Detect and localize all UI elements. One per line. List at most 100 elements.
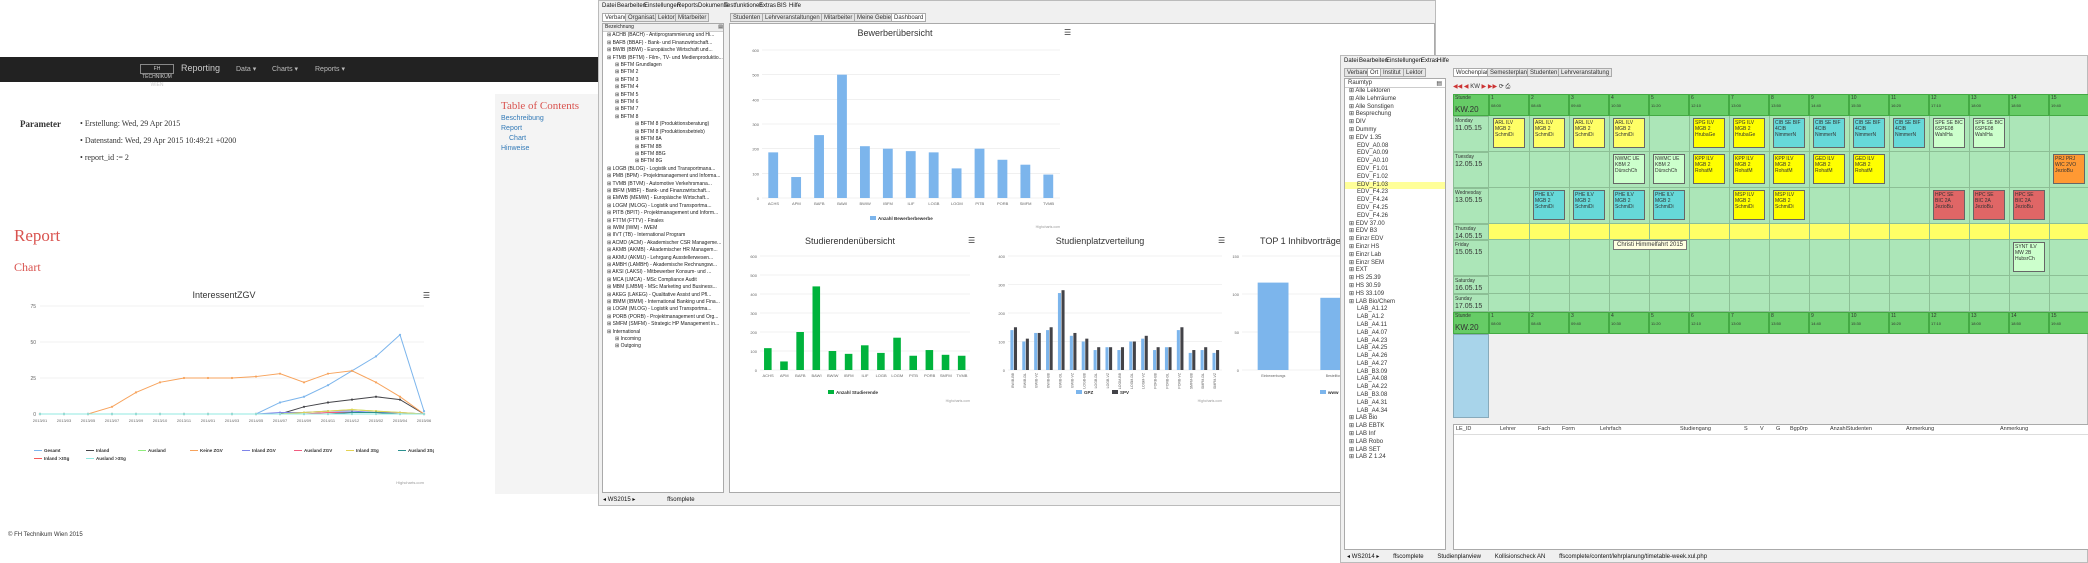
room-item[interactable]: LAB_B3.08 [1345, 392, 1445, 400]
room-item[interactable]: ⊞ HS 30.59 [1345, 283, 1445, 291]
room-item[interactable]: ⊞ HS 25.39 [1345, 275, 1445, 283]
first-week-icon[interactable]: ◀◀ [1453, 84, 1462, 90]
tree-item[interactable]: ⊞ BFTM 3 [605, 77, 723, 84]
tree-item[interactable]: ⊞ FTMB (BFTM) - Film-, TV- und Medienpro… [605, 55, 723, 62]
list-column-header[interactable]: Anmerkung [2000, 426, 2028, 432]
room-item[interactable]: EDV_A0.09 [1345, 150, 1445, 158]
tree-item[interactable]: ⊞ AKEG (LAKEG) - Qualitative Assist und … [605, 292, 723, 299]
room-item[interactable]: ⊞ DIV [1345, 119, 1445, 127]
lesson-event[interactable]: NWMC UE KBM 2 DürschCh [1613, 154, 1645, 184]
lesson-event[interactable]: ARL ILV MGB 2 SchmiDi [1533, 118, 1565, 148]
list-column-header[interactable]: Form [1562, 426, 1575, 432]
print-icon[interactable]: ⎙ [1505, 84, 1510, 90]
lesson-event[interactable]: MSP ILV MGB 2 SchmiDi [1773, 190, 1805, 220]
lesson-event[interactable]: SPE SE BIC 6SPE08 WahlHa [1933, 118, 1965, 148]
room-item[interactable]: EDV_F4.23 [1345, 189, 1445, 197]
menu-reports[interactable]: Reports [677, 3, 698, 9]
lesson-event[interactable]: PHE ILV MGB 2 SchmiDi [1573, 190, 1605, 220]
list-column-header[interactable]: G [1776, 426, 1780, 432]
list-column-header[interactable]: LE_ID [1456, 426, 1471, 432]
chart-menu-icon[interactable]: ☰ [968, 236, 975, 245]
tab-lektor[interactable]: Lektor [1403, 68, 1426, 77]
room-item[interactable]: LAB_A4.23 [1345, 338, 1445, 346]
brand-link[interactable]: Reporting [181, 63, 220, 73]
toc-link-report[interactable]: Report [501, 125, 597, 132]
list-column-header[interactable]: AnzahlStudenten [1830, 426, 1872, 432]
menu-datei[interactable]: Datei [1344, 58, 1358, 64]
menu-hilfe[interactable]: Hilfe [789, 3, 801, 9]
room-item[interactable]: LAB_A1.2 [1345, 314, 1445, 322]
tree-item[interactable]: ⊞ IIVT (TB) - International Program [605, 232, 723, 239]
room-item[interactable]: EDV_F1.03 [1345, 181, 1445, 190]
tab-mitarbeiter-main[interactable]: Mitarbeiter [821, 13, 856, 22]
chart-credits[interactable]: Highcharts.com [396, 480, 424, 485]
tree-item[interactable]: ⊞ IBMM (IBMM) - International Banking un… [605, 299, 723, 306]
lesson-event[interactable]: SPG ILV MGB 2 HrubaGe [1733, 118, 1765, 148]
tree-item[interactable]: ⊞ LOGB (BLOG) - Logistik und Transportma… [605, 166, 723, 173]
room-item[interactable]: LAB_B3.09 [1345, 369, 1445, 377]
tab-institut[interactable]: Institut [1380, 68, 1404, 77]
tree-item[interactable]: ⊞ PORB (PORB) - Projektmanagement und Or… [605, 314, 723, 321]
chart-menu-icon[interactable]: ☰ [1064, 28, 1071, 37]
next-week-icon[interactable]: ▶ [1482, 84, 1487, 90]
tab-mitarbeiter[interactable]: Mitarbeiter [675, 13, 710, 22]
list-column-header[interactable]: Lehrer [1500, 426, 1516, 432]
room-item[interactable]: LAB_A4.07 [1345, 330, 1445, 338]
tree-item[interactable]: ⊞ BFTM Grundlagen [605, 62, 723, 69]
room-item[interactable]: ⊞ EDV 37.00 [1345, 221, 1445, 229]
tree-item[interactable]: ⊞ AKSI (LAKSI) - Mitbewerber Konsum- und… [605, 269, 723, 276]
column-picker-icon[interactable]: ▤ [1436, 80, 1442, 87]
room-item[interactable]: LAB_A4.31 [1345, 400, 1445, 408]
menu-bis[interactable]: BIS [777, 3, 787, 9]
tree-item[interactable]: ⊞ EMWB (MEMW) - Europäische Wirtschaft..… [605, 195, 723, 202]
list-column-header[interactable]: Lehrfach [1600, 426, 1621, 432]
menu-hilfe[interactable]: Hilfe [1437, 58, 1449, 64]
tree-item[interactable]: ⊞ BFTM 8A [605, 136, 723, 143]
lesson-event[interactable]: CIB SE BIF 4CIB NimmerN [1773, 118, 1805, 148]
lesson-event[interactable]: CIB SE BIF 4CIB NimmerN [1893, 118, 1925, 148]
room-item[interactable]: LAB_A4.25 [1345, 345, 1445, 353]
room-item[interactable]: ⊞ Einzr HS [1345, 244, 1445, 252]
tree-item[interactable]: ⊞ PMB (BPM) - Projektmanagement und Info… [605, 173, 723, 180]
lesson-event[interactable]: ARL ILV MGB 2 SchmiDi [1613, 118, 1645, 148]
room-item[interactable]: EDV_F4.26 [1345, 213, 1445, 221]
menu-testfunktionen[interactable]: Testfunktionen [724, 3, 763, 9]
lesson-event[interactable]: PRJ PRJ WIC 2VO JezioBu [2053, 154, 2085, 184]
lesson-event[interactable]: PHE ILV MGB 2 SchmiDi [1653, 190, 1685, 220]
tree-item[interactable]: ⊞ TVMB (BTVM) - Automotive Verkehrsmana.… [605, 181, 723, 188]
room-item[interactable]: EDV_F4.24 [1345, 197, 1445, 205]
room-item[interactable]: ⊞ Einzr Lab [1345, 252, 1445, 260]
room-item[interactable]: ⊞ Alle Lehrräume [1345, 96, 1445, 104]
room-item[interactable]: ⊞ LAB Bio/Chem [1345, 299, 1445, 307]
lesson-event[interactable]: PHE ILV MGB 2 SchmiDi [1613, 190, 1645, 220]
tree-item[interactable]: ⊞ AMBH (LAMBH) - Akademische Rechnungsw.… [605, 262, 723, 269]
room-item[interactable]: ⊞ EXT [1345, 267, 1445, 275]
tree-item[interactable]: ⊞ BFTM 8B [605, 144, 723, 151]
lesson-event[interactable]: KPP ILV MGB 2 RohatM [1693, 154, 1725, 184]
room-item[interactable]: LAB_A4.27 [1345, 361, 1445, 369]
list-column-header[interactable]: Studiengang [1680, 426, 1711, 432]
chart-menu-icon[interactable]: ☰ [1218, 236, 1225, 245]
tree-item[interactable]: ⊞ BFTM 4 [605, 84, 723, 91]
toc-link-hinweise[interactable]: Hinweise [501, 145, 597, 152]
tree-item[interactable]: ⊞ BFTM 5 [605, 92, 723, 99]
tree-item[interactable]: ⊞ BFTM 8 (Produktionsbetrieb) [605, 129, 723, 136]
column-picker-icon[interactable]: ▤ [718, 24, 723, 31]
status-prev-icon[interactable]: ◂ [1347, 554, 1350, 560]
list-column-header[interactable]: V [1760, 426, 1764, 432]
tree-item[interactable]: ⊞ MBM (LMBM) - MSc Marketing und Busines… [605, 284, 723, 291]
lesson-event[interactable]: SPE SE BIC 6SPE08 WahlHa [1973, 118, 2005, 148]
tab-semesterplan[interactable]: Semesterplan [1487, 68, 1531, 77]
room-item[interactable]: LAB_A4.22 [1345, 384, 1445, 392]
tab-meine-gebiet[interactable]: Meine Gebiet [854, 13, 896, 22]
room-item[interactable]: ⊞ LAB EBTK [1345, 423, 1445, 431]
lesson-event[interactable]: KPP ILV MGB 2 RohatM [1733, 154, 1765, 184]
tree-item[interactable]: ⊞ PITB (BPIT) - Projektmanagement und In… [605, 210, 723, 217]
tab-studenten[interactable]: Studenten [730, 13, 764, 22]
room-item[interactable]: ⊞ Besprechung [1345, 111, 1445, 119]
menu-bearbeiten[interactable]: Bearbeiten [617, 3, 646, 9]
room-item[interactable]: ⊞ Alle Sonstigen [1345, 104, 1445, 112]
lesson-event[interactable]: MSP ILV MGB 2 SchmiDi [1733, 190, 1765, 220]
lesson-event[interactable]: ARL ILV MGB 2 SchmiDi [1493, 118, 1525, 148]
tree-item[interactable]: ⊞ ACHB (BACH) - Antiprogrammierung und H… [605, 32, 723, 39]
